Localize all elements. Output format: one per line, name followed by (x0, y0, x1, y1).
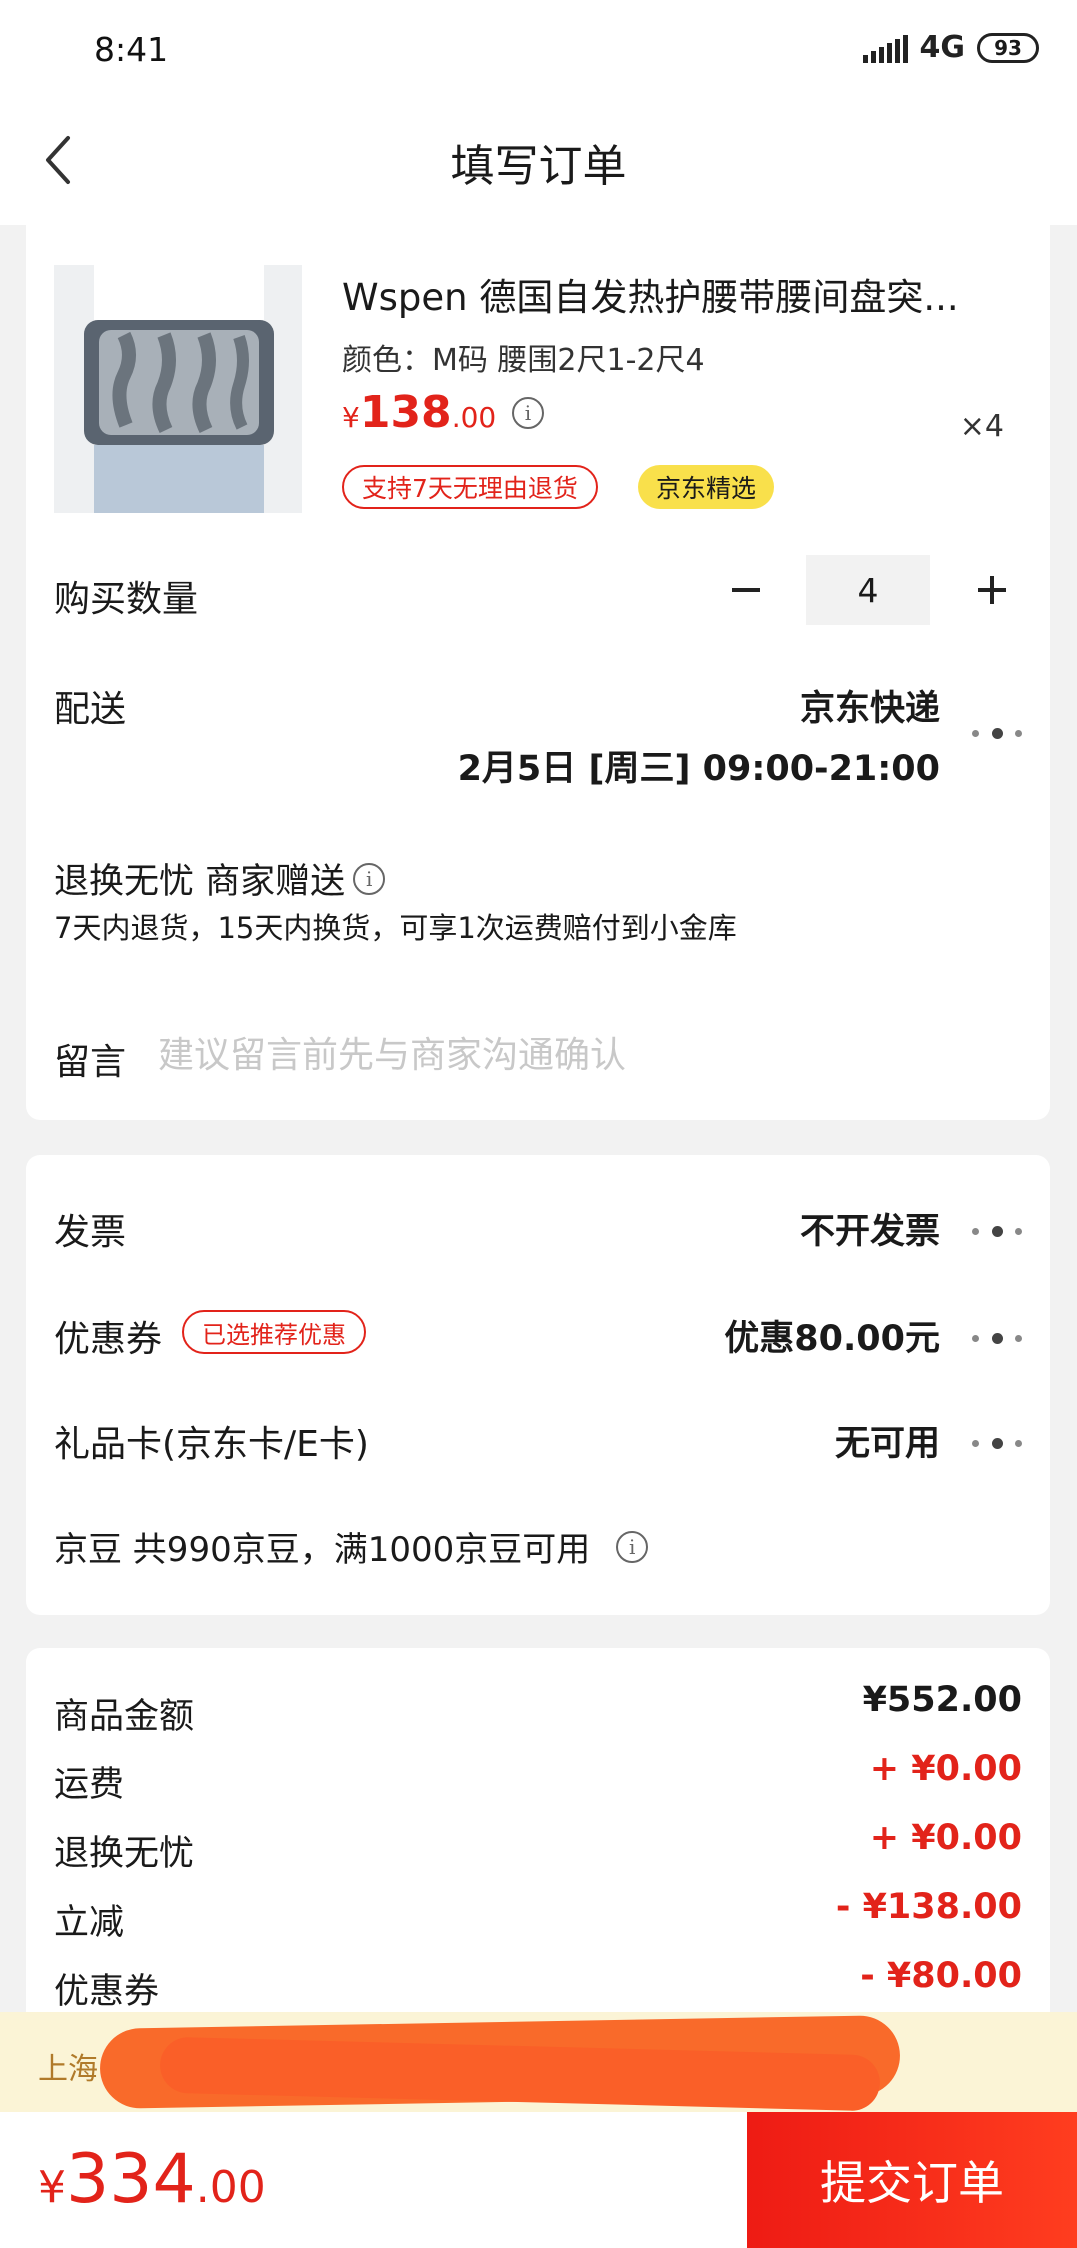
product-quantity: ×4 (959, 409, 1004, 444)
invoice-more-icon[interactable] (972, 1224, 1022, 1238)
status-time: 8:41 (94, 30, 169, 69)
status-bar: 8:41 4G 93 (0, 0, 1077, 100)
price-symbol: ¥ (342, 401, 360, 434)
total-integer: 334 (66, 2140, 196, 2219)
coupon-label: 优惠券 (54, 1319, 163, 1360)
summary-value: + ¥0.00 (869, 1818, 1022, 1858)
checkout-bar: ¥ 334 .00 提交订单 (0, 2112, 1077, 2248)
address-text: 上海 (38, 2052, 98, 2087)
status-icons: 4G 93 (862, 30, 1039, 65)
jd-beans-row: 京豆 共990京豆，满1000京豆可用 i (54, 1522, 649, 1571)
worry-free-info-icon[interactable]: i (353, 862, 386, 895)
waist-belt-image (54, 265, 302, 513)
summary-value: ¥552.00 (862, 1680, 1022, 1720)
delivery-more-icon[interactable] (972, 726, 1022, 740)
invoice-value[interactable]: 不开发票 (800, 1203, 940, 1254)
return-policy-tag: 支持7天无理由退货 (342, 465, 598, 509)
summary-value: + ¥0.00 (869, 1749, 1022, 1789)
page-title: 填写订单 (450, 141, 627, 192)
nav-bar: 填写订单 (0, 100, 1077, 225)
order-items-card: Wspen 德国自发热护腰带腰间盘突... 颜色：M码 腰围2尺1-2尺4 ¥ … (26, 225, 1050, 1120)
gift-card-value[interactable]: 无可用 (835, 1415, 940, 1466)
invoice-label: 发票 (54, 1212, 127, 1253)
network-type: 4G (919, 30, 966, 65)
gift-card-label: 礼品卡(京东卡/E卡) (54, 1424, 369, 1465)
jd-select-tag: 京东精选 (638, 465, 775, 509)
worry-free-desc: 7天内退货，15天内换货，可享1次运费赔付到小金库 (54, 911, 737, 945)
coupon-value[interactable]: 优惠80.00元 (724, 1310, 940, 1361)
coupon-recommended-tag: 已选推荐优惠 (182, 1310, 366, 1354)
summary-label: 优惠券 (54, 1972, 160, 2012)
note-label: 留言 (54, 1042, 127, 1083)
price-info-icon[interactable]: i (512, 397, 544, 429)
summary-value: - ¥138.00 (835, 1887, 1022, 1927)
summary-label: 商品金额 (54, 1697, 195, 1737)
summary-label: 立减 (54, 1903, 125, 1943)
product-title[interactable]: Wspen 德国自发热护腰带腰间盘突... (342, 267, 1022, 321)
submit-order-button[interactable]: 提交订单 (747, 2112, 1077, 2248)
quantity-stepper[interactable]: 4 (806, 555, 930, 625)
summary-value: - ¥80.00 (860, 1956, 1022, 1996)
address-bar[interactable]: 上海 (0, 2012, 1077, 2112)
battery-icon: 93 (977, 32, 1039, 63)
plus-icon[interactable] (972, 555, 1012, 625)
product-price: ¥ 138 .00 (342, 387, 496, 438)
jd-beans-info-icon[interactable]: i (616, 1530, 649, 1563)
delivery-time[interactable]: 2月5日 [周三] 09:00-21:00 (458, 740, 940, 791)
total-price: ¥ 334 .00 (38, 2140, 266, 2219)
product-image[interactable] (54, 265, 302, 513)
coupon-more-icon[interactable] (972, 1331, 1022, 1345)
delivery-label: 配送 (54, 689, 127, 730)
note-input[interactable] (158, 1025, 978, 1085)
product-spec: 颜色：M码 腰围2尺1-2尺4 (342, 343, 705, 378)
worry-free-title: 退换无忧 商家赠送 i (54, 853, 386, 904)
price-decimal: .00 (451, 401, 497, 434)
payment-options-card: 发票 不开发票 优惠券 已选推荐优惠 优惠80.00元 礼品卡(京东卡/E卡) … (26, 1155, 1050, 1615)
quantity-label: 购买数量 (54, 579, 199, 620)
summary-label: 运费 (54, 1765, 125, 1805)
worry-free-label: 退换无忧 商家赠送 (54, 862, 346, 902)
price-integer: 138 (359, 387, 452, 438)
price-summary-card: 商品金额 ¥552.00 运费 + ¥0.00 退换无忧 + ¥0.00 立减 … (26, 1648, 1050, 2048)
jd-beans-text: 京豆 共990京豆，满1000京豆可用 (54, 1530, 591, 1570)
minus-icon[interactable] (726, 553, 766, 623)
total-decimal: .00 (195, 2162, 266, 2213)
signal-icon (862, 33, 908, 63)
delivery-method[interactable]: 京东快递 (800, 680, 940, 731)
gift-card-more-icon[interactable] (972, 1436, 1022, 1450)
summary-label: 退换无忧 (54, 1834, 195, 1874)
total-symbol: ¥ (38, 2162, 66, 2213)
